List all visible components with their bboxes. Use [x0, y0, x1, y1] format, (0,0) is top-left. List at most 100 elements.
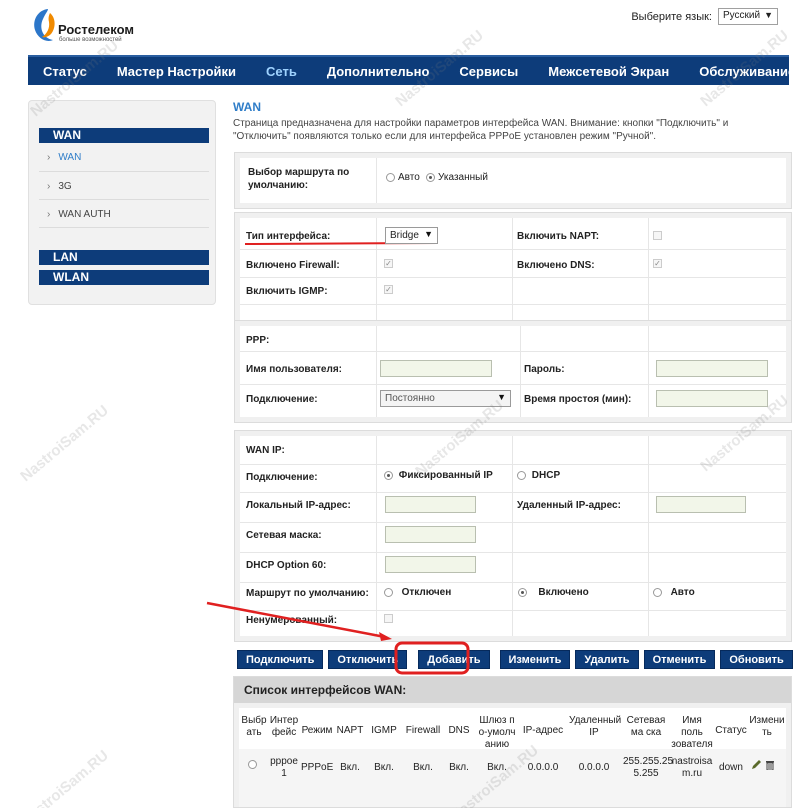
table-cell: 0.0.0.0 — [578, 762, 610, 773]
route-panel: Выбор маршрута по умолчанию: Авто Указан… — [234, 152, 792, 209]
radio-button[interactable] — [517, 470, 526, 480]
table-header: Выбр ать — [241, 715, 267, 738]
table-header: Статус — [715, 725, 747, 736]
table-cell: nastroisa m.ru — [671, 756, 713, 779]
language-select[interactable]: Русский ▼ — [718, 8, 778, 25]
sidebar-header-lan[interactable]: LAN — [39, 250, 209, 265]
wanip-fixed-option[interactable]: Фиксированный IP — [384, 470, 493, 481]
table-header: IP-адрес — [522, 725, 564, 736]
radio-button[interactable] — [384, 470, 393, 480]
sidebar-item-label: 3G — [58, 181, 72, 192]
nav-network[interactable]: Сеть — [251, 64, 312, 79]
cancel-button[interactable]: Отменить — [643, 650, 716, 669]
firewall-checkbox[interactable]: ✓ — [384, 259, 393, 268]
table-header: IGMP — [371, 725, 397, 736]
ppp-password-input[interactable] — [656, 360, 768, 377]
radio-button[interactable] — [426, 172, 435, 182]
table-cell: Вкл. — [449, 762, 469, 773]
wanip-section-label: WAN IP: — [246, 445, 285, 456]
sidebar-divider — [39, 171, 209, 172]
local-ip-input[interactable] — [385, 496, 476, 513]
ppp-username-label: Имя пользователя: — [246, 364, 342, 375]
netmask-label: Сетевая маска: — [246, 530, 322, 541]
remote-ip-input[interactable] — [656, 496, 746, 513]
sidebar: WAN › WAN › 3G › WAN AUTH LAN WLAN — [28, 100, 216, 305]
ppp-username-input[interactable] — [380, 360, 492, 377]
napt-checkbox[interactable] — [653, 231, 662, 240]
igmp-label: Включить IGMP: — [246, 286, 328, 297]
table-cell: down — [719, 762, 743, 773]
radio-button[interactable] — [653, 587, 662, 597]
action-buttons: Подключить Отключить Добавить Изменить У… — [237, 650, 798, 669]
table-cell: Вкл. — [413, 762, 433, 773]
watermark-text: NastroiSam.RU — [17, 746, 112, 808]
route-auto-option[interactable]: Авто — [386, 172, 420, 183]
unnumbered-checkbox[interactable] — [384, 614, 393, 623]
add-button[interactable]: Добавить — [418, 650, 490, 669]
chevron-down-icon: ▼ — [764, 10, 773, 20]
language-value: Русский — [723, 10, 761, 21]
dns-checkbox[interactable]: ✓ — [653, 259, 662, 268]
trash-icon[interactable] — [765, 759, 775, 774]
sidebar-item-wan[interactable]: › WAN — [47, 152, 81, 163]
remote-ip-label: Удаленный IP-адрес: — [517, 500, 621, 511]
unnumbered-label: Ненумерованный: — [246, 615, 338, 626]
napt-label: Включить NAPT: — [517, 231, 600, 242]
row-select-radio[interactable] — [248, 759, 260, 771]
ppp-idle-label: Время простоя (мин): — [524, 394, 632, 405]
default-route-auto-option[interactable]: Авто — [653, 587, 695, 598]
nav-firewall[interactable]: Межсетевой Экран — [533, 64, 684, 79]
table-cell: PPPoE — [301, 762, 334, 773]
chevron-down-icon: ▼ — [424, 229, 433, 239]
table-header: Сетевая ма ска — [626, 715, 666, 738]
watermark-text: NastroiSam.RU — [17, 401, 112, 486]
main-nav: Статус Мастер Настройки Сеть Дополнитель… — [28, 55, 795, 85]
sidebar-item-label: WAN — [58, 152, 82, 163]
pencil-icon[interactable] — [751, 759, 762, 774]
default-route-on-option[interactable]: Включено — [518, 587, 589, 598]
nav-services[interactable]: Сервисы — [444, 64, 533, 79]
table-header: Измени ть — [749, 715, 785, 738]
interface-type-select[interactable]: Bridge ▼ — [385, 227, 438, 244]
table-cell: Вкл. — [374, 762, 394, 773]
igmp-checkbox[interactable]: ✓ — [384, 285, 393, 294]
language-label: Выберите язык: — [631, 10, 712, 23]
table-cell: Вкл. — [340, 762, 360, 773]
disconnect-button[interactable]: Отключить — [328, 650, 408, 669]
table-header: NAPT — [336, 725, 364, 736]
radio-button[interactable] — [248, 759, 257, 769]
firewall-label: Включено Firewall: — [246, 260, 340, 271]
edit-button[interactable]: Изменить — [499, 650, 571, 669]
default-route-off-option[interactable]: Отключен — [384, 587, 451, 598]
ppp-idle-input[interactable] — [656, 390, 768, 407]
default-route-label: Маршрут по умолчанию: — [246, 588, 369, 599]
wan-list-panel: Список интерфейсов WAN: Выбр ать Интер ф… — [233, 676, 792, 808]
dhcp-option60-input[interactable] — [385, 556, 476, 573]
route-specified-option[interactable]: Указанный — [426, 172, 488, 183]
radio-button[interactable] — [518, 587, 527, 597]
table-header: Интер фейс — [269, 715, 299, 738]
table-header: Режим — [301, 725, 333, 736]
dhcp-option60-label: DHCP Option 60: — [246, 560, 327, 571]
radio-button[interactable] — [386, 172, 395, 182]
dns-label: Включено DNS: — [517, 260, 595, 271]
sidebar-header-wan[interactable]: WAN — [39, 128, 209, 143]
chevron-right-icon: › — [47, 181, 51, 192]
nav-wizard[interactable]: Мастер Настройки — [102, 64, 251, 79]
sidebar-item-wan-auth[interactable]: › WAN AUTH — [47, 209, 111, 220]
refresh-button[interactable]: Обновить — [720, 650, 793, 669]
table-cell: 255.255.25 5.255 — [623, 756, 674, 779]
page-title: WAN — [233, 100, 261, 114]
table-header: Firewall — [405, 725, 441, 736]
connect-button[interactable]: Подключить — [237, 650, 324, 669]
rostelecom-logo: Ростелеком больше возможностей — [30, 6, 210, 50]
sidebar-header-wlan[interactable]: WLAN — [39, 270, 209, 285]
sidebar-item-3g[interactable]: › 3G — [47, 181, 72, 192]
netmask-input[interactable] — [385, 526, 476, 543]
wanip-dhcp-option[interactable]: DHCP — [517, 470, 560, 481]
radio-button[interactable] — [384, 587, 393, 597]
wan-list-title: Список интерфейсов WAN: — [234, 677, 791, 703]
delete-button[interactable]: Удалить — [575, 650, 639, 669]
rostelecom-logo-icon — [34, 9, 55, 41]
chevron-right-icon: › — [47, 209, 51, 220]
